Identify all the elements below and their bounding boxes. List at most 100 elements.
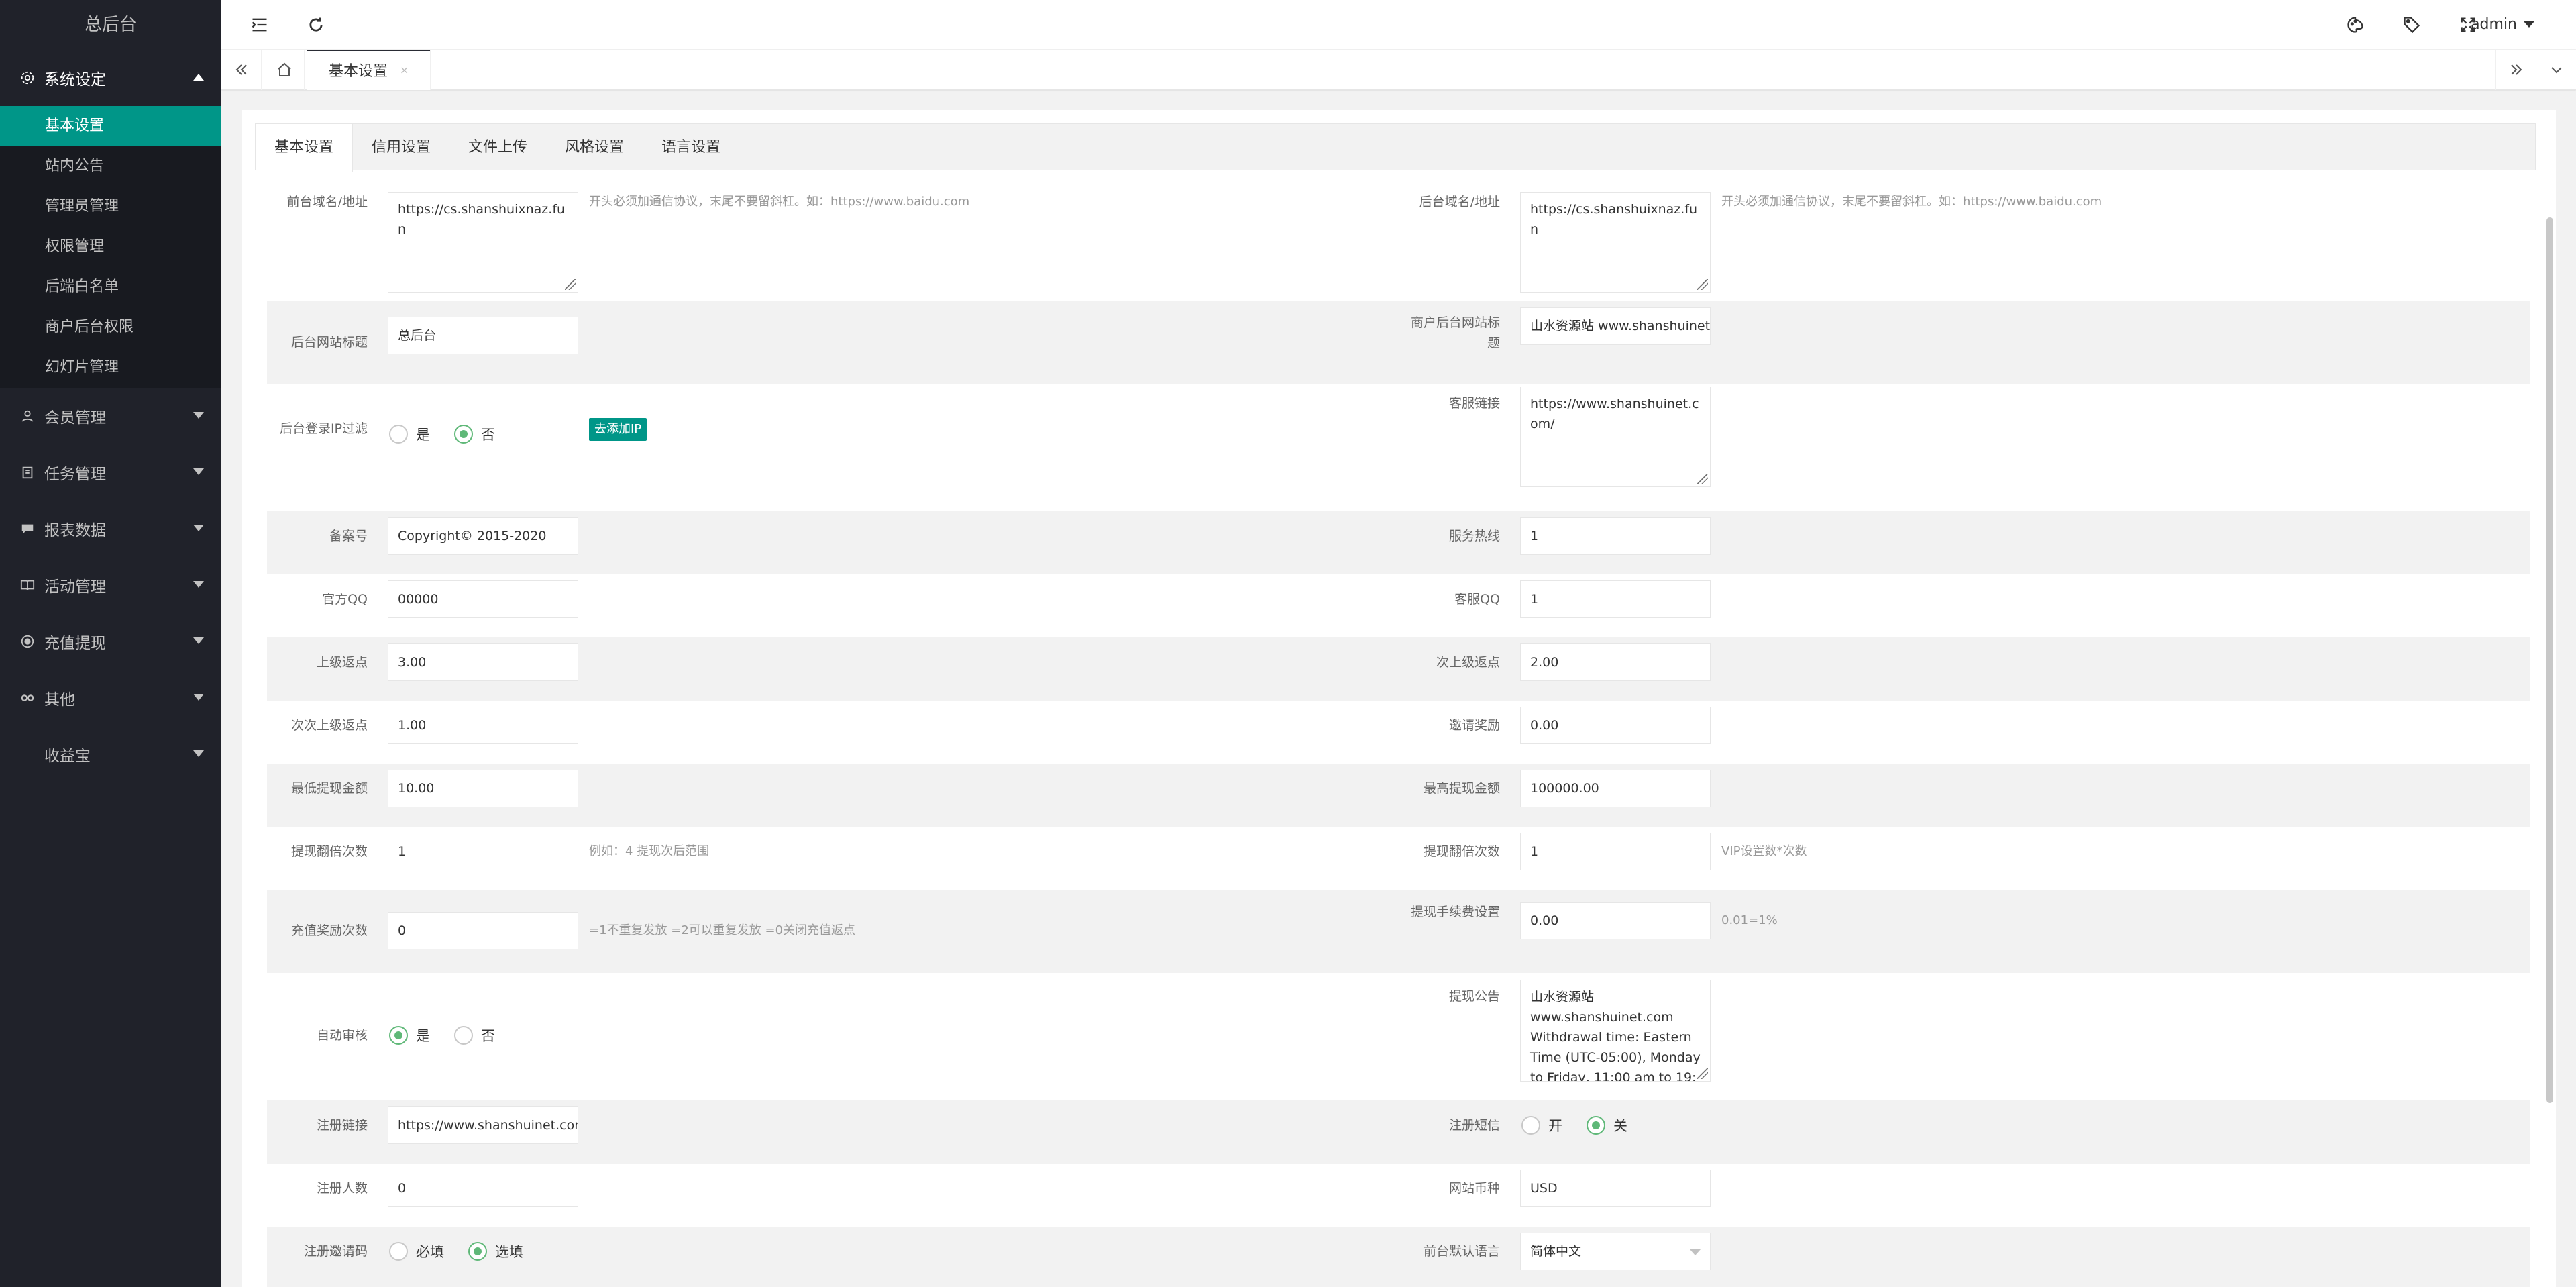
form-row: 备案号 Copyright© 2015-2020 服务热线 1 — [267, 511, 2530, 574]
sidebar-item-other[interactable]: 其他 — [0, 670, 221, 726]
withdraw-notice-textarea[interactable]: 山水资源站 www.shanshuinet.com Withdrawal tim… — [1520, 980, 1711, 1082]
sidebar-item-label: 系统设定 — [44, 71, 106, 89]
form-row: 前台域名/地址 https://cs.shanshuixnaz.fun 开头必须… — [267, 183, 2530, 301]
sidebar-subitem-slides[interactable]: 幻灯片管理 — [0, 348, 221, 388]
resize-grip-icon — [1697, 279, 1708, 290]
sidebar-item-recharge-withdraw[interactable]: 充值提现 — [0, 613, 221, 670]
hotline-input[interactable]: 1 — [1520, 517, 1711, 555]
book-icon — [20, 578, 35, 593]
register-sms-on-radio[interactable]: 开 — [1521, 1115, 1562, 1135]
sidebar-subitem-admin-management[interactable]: 管理员管理 — [0, 187, 221, 227]
back-domain-hint: 开头必须加通信协议，末尾不要留斜杠。如：https://www.baidu.co… — [1721, 195, 2102, 209]
form-row: 充值奖励次数 0 =1不重复发放 =2可以重复发放 =0关闭充值返点 提现手续费… — [267, 890, 2530, 973]
gear-icon — [20, 70, 35, 85]
sidebar-item-members[interactable]: 会员管理 — [0, 388, 221, 444]
withdraw-times-vip-input[interactable]: 1 — [1520, 833, 1711, 870]
chat-icon — [20, 521, 35, 536]
target-icon — [20, 634, 35, 649]
ip-filter-label: 后台登录IP过滤 — [279, 421, 368, 436]
sidebar-item-activities[interactable]: 活动管理 — [0, 557, 221, 613]
merchant-title-input[interactable]: 山水资源站 www.shanshuinet.com — [1520, 307, 1711, 345]
register-link-input[interactable]: https://www.shanshuinet.com/ — [388, 1106, 578, 1144]
chevron-down-icon — [1690, 1249, 1701, 1255]
invite-code-required-radio[interactable]: 必填 — [389, 1241, 444, 1262]
invite-reward-input[interactable]: 0.00 — [1520, 707, 1711, 744]
top-header: admin — [221, 0, 2576, 50]
admin-user-menu[interactable]: admin — [2471, 16, 2534, 33]
min-withdraw-label: 最低提现金额 — [290, 781, 368, 796]
register-count-input[interactable]: 0 — [388, 1170, 578, 1207]
currency-input[interactable]: USD — [1520, 1170, 1711, 1207]
sidebar-subitem-whitelist[interactable]: 后端白名单 — [0, 267, 221, 307]
second-rebate-label: 次上级返点 — [1436, 655, 1500, 670]
service-qq-input[interactable]: 1 — [1520, 580, 1711, 618]
caret-down-icon — [193, 694, 204, 701]
menu-toggle-icon[interactable] — [248, 13, 271, 36]
form-row: 次次上级返点 1.00 邀请奖励 0.00 — [267, 701, 2530, 764]
form-row: 最低提现金额 10.00 最高提现金额 100000.00 — [267, 764, 2530, 827]
main-content: 基本设置 信用设置 文件上传 风格设置 语言设置 前台域名/地址 https:/… — [241, 110, 2556, 1287]
ip-filter-yes-radio[interactable]: 是 — [389, 424, 430, 444]
sidebar-item-label: 收益宝 — [44, 748, 91, 765]
service-link-textarea[interactable]: https://www.shanshuinet.com/ — [1520, 387, 1711, 487]
register-sms-off-radio[interactable]: 关 — [1587, 1115, 1627, 1135]
sidebar-subitem-announcements[interactable]: 站内公告 — [0, 146, 221, 187]
form-row: 注册邀请码 必填 选填 前台默认语言 简体中文 — [267, 1227, 2530, 1287]
form-row: 注册人数 0 网站币种 USD — [267, 1164, 2530, 1227]
ip-filter-no-radio[interactable]: 否 — [454, 424, 495, 444]
official-qq-input[interactable]: 00000 — [388, 580, 578, 618]
sidebar-subitem-permissions[interactable]: 权限管理 — [0, 227, 221, 267]
form-row: 自动审核 是 否 提现公告 山水资源站 www.shanshuinet.com … — [267, 973, 2530, 1100]
invite-code-optional-radio[interactable]: 选填 — [468, 1241, 523, 1262]
upper-rebate-input[interactable]: 3.00 — [388, 644, 578, 681]
second-rebate-input[interactable]: 2.00 — [1520, 644, 1711, 681]
tab-credit[interactable]: 信用设置 — [353, 124, 449, 171]
tabs-dropdown-icon[interactable] — [2536, 50, 2576, 90]
form-row: 后台登录IP过滤 是 否 去添加IP 客服链接 https://www.shan… — [267, 384, 2530, 511]
tab-style[interactable]: 风格设置 — [546, 124, 643, 171]
recharge-reward-label: 充值奖励次数 — [290, 923, 368, 938]
tab-language[interactable]: 语言设置 — [643, 124, 739, 171]
invite-reward-label: 邀请奖励 — [1448, 718, 1500, 733]
resize-grip-icon — [1697, 474, 1708, 484]
sidebar-subitem-basic-settings[interactable]: 基本设置 — [0, 106, 221, 146]
tag-icon[interactable] — [2400, 13, 2423, 36]
withdraw-fee-input[interactable]: 0.00 — [1520, 902, 1711, 939]
default-language-select[interactable]: 简体中文 — [1520, 1233, 1711, 1270]
home-icon[interactable] — [264, 50, 305, 90]
tab-upload[interactable]: 文件上传 — [449, 124, 546, 171]
invite-code-radio-group: 必填 选填 — [389, 1241, 547, 1262]
sidebar-item-reports[interactable]: 报表数据 — [0, 501, 221, 557]
sidebar-item-tasks[interactable]: 任务管理 — [0, 444, 221, 501]
sidebar-item-yield[interactable]: 收益宝 — [0, 726, 221, 782]
withdraw-times-hint: 例如：4 提现次后范围 — [589, 844, 710, 858]
sidebar-item-system-settings[interactable]: 系统设定 — [0, 50, 221, 106]
merchant-title-label: 商户后台网站标题 — [1410, 315, 1500, 350]
max-withdraw-input[interactable]: 100000.00 — [1520, 770, 1711, 807]
app-logo-title: 总后台 — [84, 15, 137, 35]
register-link-label: 注册链接 — [316, 1118, 368, 1133]
tab-basic[interactable]: 基本设置 — [256, 124, 354, 172]
back-domain-textarea[interactable]: https://cs.shanshuixnaz.fun — [1520, 192, 1711, 293]
service-link-label: 客服链接 — [1448, 396, 1500, 411]
theme-icon[interactable] — [2344, 13, 2367, 36]
scrollbar[interactable] — [2546, 217, 2553, 1103]
site-title-input[interactable]: 总后台 — [388, 317, 578, 354]
sidebar-subitem-merchant-permissions[interactable]: 商户后台权限 — [0, 307, 221, 348]
tabs-scroll-left-icon[interactable] — [221, 50, 262, 90]
tabs-scroll-right-icon[interactable] — [2496, 50, 2536, 90]
withdraw-times-input[interactable]: 1 — [388, 833, 578, 870]
refresh-icon[interactable] — [305, 13, 327, 36]
min-withdraw-input[interactable]: 10.00 — [388, 770, 578, 807]
page-tabs-bar: 基本设置 × — [221, 50, 2576, 90]
front-domain-hint: 开头必须加通信协议，末尾不要留斜杠。如：https://www.baidu.co… — [589, 195, 970, 209]
auto-review-yes-radio[interactable]: 是 — [389, 1025, 430, 1045]
tab-basic-settings[interactable]: 基本设置 × — [307, 50, 431, 90]
icp-input[interactable]: Copyright© 2015-2020 — [388, 517, 578, 555]
recharge-reward-input[interactable]: 0 — [388, 912, 578, 949]
auto-review-no-radio[interactable]: 否 — [454, 1025, 495, 1045]
front-domain-textarea[interactable]: https://cs.shanshuixnaz.fun — [388, 192, 578, 293]
third-rebate-input[interactable]: 1.00 — [388, 707, 578, 744]
close-icon[interactable]: × — [400, 64, 409, 76]
add-ip-button[interactable]: 去添加IP — [589, 418, 647, 441]
